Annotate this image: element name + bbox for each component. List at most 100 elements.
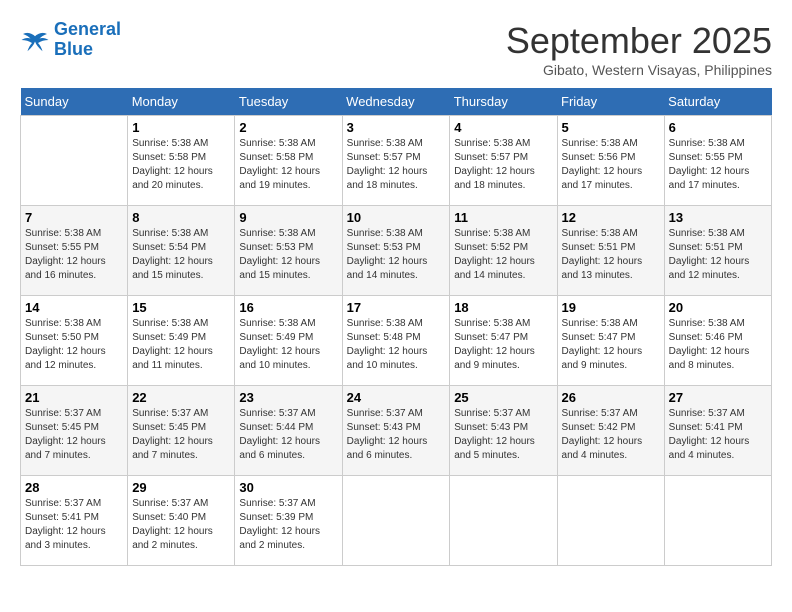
day-number: 29 [132,480,230,495]
day-info: Sunrise: 5:38 AM Sunset: 5:55 PM Dayligh… [669,137,767,193]
day-info: Sunrise: 5:37 AM Sunset: 5:40 PM Dayligh… [132,497,230,553]
day-number: 21 [25,390,123,405]
day-header-friday: Friday [557,88,664,116]
day-number: 11 [454,210,552,225]
calendar-cell: 3 Sunrise: 5:38 AM Sunset: 5:57 PM Daylig… [342,116,450,206]
calendar-cell: 24Sunrise: 5:37 AM Sunset: 5:43 PM Dayli… [342,386,450,476]
day-number: 30 [239,480,337,495]
day-info: Sunrise: 5:38 AM Sunset: 5:47 PM Dayligh… [562,317,660,373]
day-info: Sunrise: 5:38 AM Sunset: 5:51 PM Dayligh… [562,227,660,283]
day-info: Sunrise: 5:37 AM Sunset: 5:45 PM Dayligh… [132,407,230,463]
calendar-cell: 5 Sunrise: 5:38 AM Sunset: 5:56 PM Daylig… [557,116,664,206]
day-info: Sunrise: 5:37 AM Sunset: 5:41 PM Dayligh… [669,407,767,463]
location: Gibato, Western Visayas, Philippines [506,62,772,78]
day-info: Sunrise: 5:38 AM Sunset: 5:51 PM Dayligh… [669,227,767,283]
day-number: 19 [562,300,660,315]
calendar-cell: 6 Sunrise: 5:38 AM Sunset: 5:55 PM Daylig… [664,116,771,206]
calendar-cell: 4 Sunrise: 5:38 AM Sunset: 5:57 PM Daylig… [450,116,557,206]
day-number: 2 [239,120,337,135]
day-header-wednesday: Wednesday [342,88,450,116]
day-number: 6 [669,120,767,135]
day-number: 9 [239,210,337,225]
day-number: 14 [25,300,123,315]
day-info: Sunrise: 5:38 AM Sunset: 5:49 PM Dayligh… [239,317,337,373]
day-info: Sunrise: 5:38 AM Sunset: 5:53 PM Dayligh… [239,227,337,283]
calendar-cell: 7Sunrise: 5:38 AM Sunset: 5:55 PM Daylig… [21,206,128,296]
day-info: Sunrise: 5:37 AM Sunset: 5:41 PM Dayligh… [25,497,123,553]
day-info: Sunrise: 5:38 AM Sunset: 5:52 PM Dayligh… [454,227,552,283]
day-number: 3 [347,120,446,135]
day-info: Sunrise: 5:38 AM Sunset: 5:58 PM Dayligh… [239,137,337,193]
day-number: 24 [347,390,446,405]
day-header-thursday: Thursday [450,88,557,116]
calendar-week-3: 14 Sunrise: 5:38 AM Sunset: 5:50 PM Dayli… [21,296,772,386]
calendar-cell: 10 Sunrise: 5:38 AM Sunset: 5:53 PM Dayli… [342,206,450,296]
day-info: Sunrise: 5:38 AM Sunset: 5:57 PM Dayligh… [454,137,552,193]
day-info: Sunrise: 5:38 AM Sunset: 5:49 PM Dayligh… [132,317,230,373]
day-info: Sunrise: 5:38 AM Sunset: 5:46 PM Dayligh… [669,317,767,373]
logo-icon [20,25,50,55]
day-info: Sunrise: 5:37 AM Sunset: 5:44 PM Dayligh… [239,407,337,463]
calendar-cell: 26 Sunrise: 5:37 AM Sunset: 5:42 PM Dayli… [557,386,664,476]
day-number: 8 [132,210,230,225]
calendar-cell [557,476,664,566]
day-number: 12 [562,210,660,225]
day-number: 23 [239,390,337,405]
calendar-cell: 11 Sunrise: 5:38 AM Sunset: 5:52 PM Dayli… [450,206,557,296]
calendar-cell: 17Sunrise: 5:38 AM Sunset: 5:48 PM Dayli… [342,296,450,386]
day-number: 16 [239,300,337,315]
calendar-cell: 14 Sunrise: 5:38 AM Sunset: 5:50 PM Dayli… [21,296,128,386]
calendar-cell: 16 Sunrise: 5:38 AM Sunset: 5:49 PM Dayli… [235,296,342,386]
calendar-cell [21,116,128,206]
calendar-cell: 2 Sunrise: 5:38 AM Sunset: 5:58 PM Daylig… [235,116,342,206]
month-title: September 2025 [506,20,772,62]
calendar-cell: 19 Sunrise: 5:38 AM Sunset: 5:47 PM Dayli… [557,296,664,386]
day-info: Sunrise: 5:38 AM Sunset: 5:57 PM Dayligh… [347,137,446,193]
day-number: 20 [669,300,767,315]
day-number: 27 [669,390,767,405]
day-info: Sunrise: 5:37 AM Sunset: 5:42 PM Dayligh… [562,407,660,463]
calendar-cell: 21Sunrise: 5:37 AM Sunset: 5:45 PM Dayli… [21,386,128,476]
day-info: Sunrise: 5:38 AM Sunset: 5:50 PM Dayligh… [25,317,123,373]
calendar-cell: 20 Sunrise: 5:38 AM Sunset: 5:46 PM Dayli… [664,296,771,386]
day-number: 28 [25,480,123,495]
calendar-cell: 28 Sunrise: 5:37 AM Sunset: 5:41 PM Dayli… [21,476,128,566]
day-info: Sunrise: 5:37 AM Sunset: 5:39 PM Dayligh… [239,497,337,553]
day-info: Sunrise: 5:38 AM Sunset: 5:53 PM Dayligh… [347,227,446,283]
calendar-cell: 29 Sunrise: 5:37 AM Sunset: 5:40 PM Dayli… [128,476,235,566]
day-number: 17 [347,300,446,315]
calendar-cell [342,476,450,566]
calendar-cell: 9 Sunrise: 5:38 AM Sunset: 5:53 PM Daylig… [235,206,342,296]
calendar-cell: 23 Sunrise: 5:37 AM Sunset: 5:44 PM Dayli… [235,386,342,476]
calendar-cell: 15Sunrise: 5:38 AM Sunset: 5:49 PM Dayli… [128,296,235,386]
day-number: 4 [454,120,552,135]
day-number: 26 [562,390,660,405]
day-info: Sunrise: 5:38 AM Sunset: 5:55 PM Dayligh… [25,227,123,283]
calendar-header-row: SundayMondayTuesdayWednesdayThursdayFrid… [21,88,772,116]
calendar-cell [664,476,771,566]
day-header-monday: Monday [128,88,235,116]
calendar-week-1: 1 Sunrise: 5:38 AM Sunset: 5:58 PM Daylig… [21,116,772,206]
day-info: Sunrise: 5:38 AM Sunset: 5:54 PM Dayligh… [132,227,230,283]
calendar-cell: 30 Sunrise: 5:37 AM Sunset: 5:39 PM Dayli… [235,476,342,566]
calendar-cell: 25Sunrise: 5:37 AM Sunset: 5:43 PM Dayli… [450,386,557,476]
day-number: 5 [562,120,660,135]
calendar-week-5: 28 Sunrise: 5:37 AM Sunset: 5:41 PM Dayli… [21,476,772,566]
calendar-cell: 1 Sunrise: 5:38 AM Sunset: 5:58 PM Daylig… [128,116,235,206]
calendar-cell [450,476,557,566]
day-info: Sunrise: 5:38 AM Sunset: 5:56 PM Dayligh… [562,137,660,193]
calendar-cell: 8 Sunrise: 5:38 AM Sunset: 5:54 PM Daylig… [128,206,235,296]
day-number: 25 [454,390,552,405]
calendar-cell: 27 Sunrise: 5:37 AM Sunset: 5:41 PM Dayli… [664,386,771,476]
day-info: Sunrise: 5:38 AM Sunset: 5:47 PM Dayligh… [454,317,552,373]
day-number: 1 [132,120,230,135]
title-block: September 2025 Gibato, Western Visayas, … [506,20,772,78]
day-number: 10 [347,210,446,225]
day-info: Sunrise: 5:38 AM Sunset: 5:58 PM Dayligh… [132,137,230,193]
calendar-cell: 13 Sunrise: 5:38 AM Sunset: 5:51 PM Dayli… [664,206,771,296]
day-number: 13 [669,210,767,225]
day-header-sunday: Sunday [21,88,128,116]
calendar-cell: 18Sunrise: 5:38 AM Sunset: 5:47 PM Dayli… [450,296,557,386]
calendar-cell: 12 Sunrise: 5:38 AM Sunset: 5:51 PM Dayli… [557,206,664,296]
day-header-saturday: Saturday [664,88,771,116]
